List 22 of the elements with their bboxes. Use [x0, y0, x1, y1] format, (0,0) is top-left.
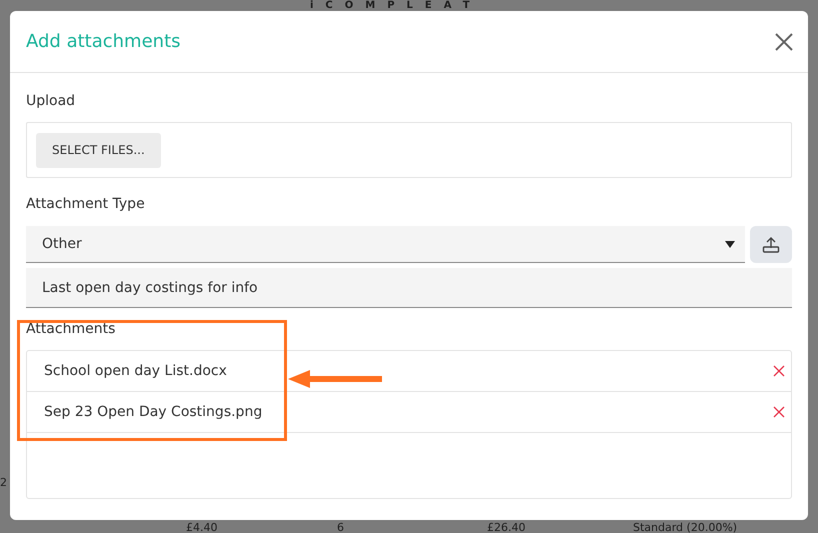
description-field[interactable]: Last open day costings for info [26, 268, 792, 308]
table-cell: 6 [337, 521, 344, 533]
close-button[interactable] [775, 32, 793, 50]
file-name: Sep 23 Open Day Costings.png [44, 404, 262, 420]
remove-button[interactable] [773, 365, 785, 377]
table-cell: Standard (20.00%) [633, 521, 738, 533]
upload-area[interactable]: SELECT FILES... [26, 122, 792, 178]
section-label: Attachments [26, 321, 116, 339]
field-label: Upload [26, 93, 76, 111]
select-files-button[interactable]: SELECT FILES... [36, 132, 161, 168]
attachment-type-dropdown[interactable]: Other [26, 226, 745, 263]
upload-icon [762, 236, 780, 254]
logo: iCOMPLEAT [310, 0, 482, 11]
dialog-title: Add attachments [26, 31, 181, 52]
table-cell: £26.40 [487, 521, 526, 533]
file-name: School open day List.docx [44, 363, 227, 379]
table-cell: 2 [0, 476, 7, 489]
remove-button[interactable] [773, 406, 785, 418]
upload-button[interactable] [750, 226, 792, 263]
caret-icon [725, 240, 735, 248]
field-label: Attachment Type [26, 196, 146, 214]
table-cell: £4.40 [186, 521, 218, 533]
